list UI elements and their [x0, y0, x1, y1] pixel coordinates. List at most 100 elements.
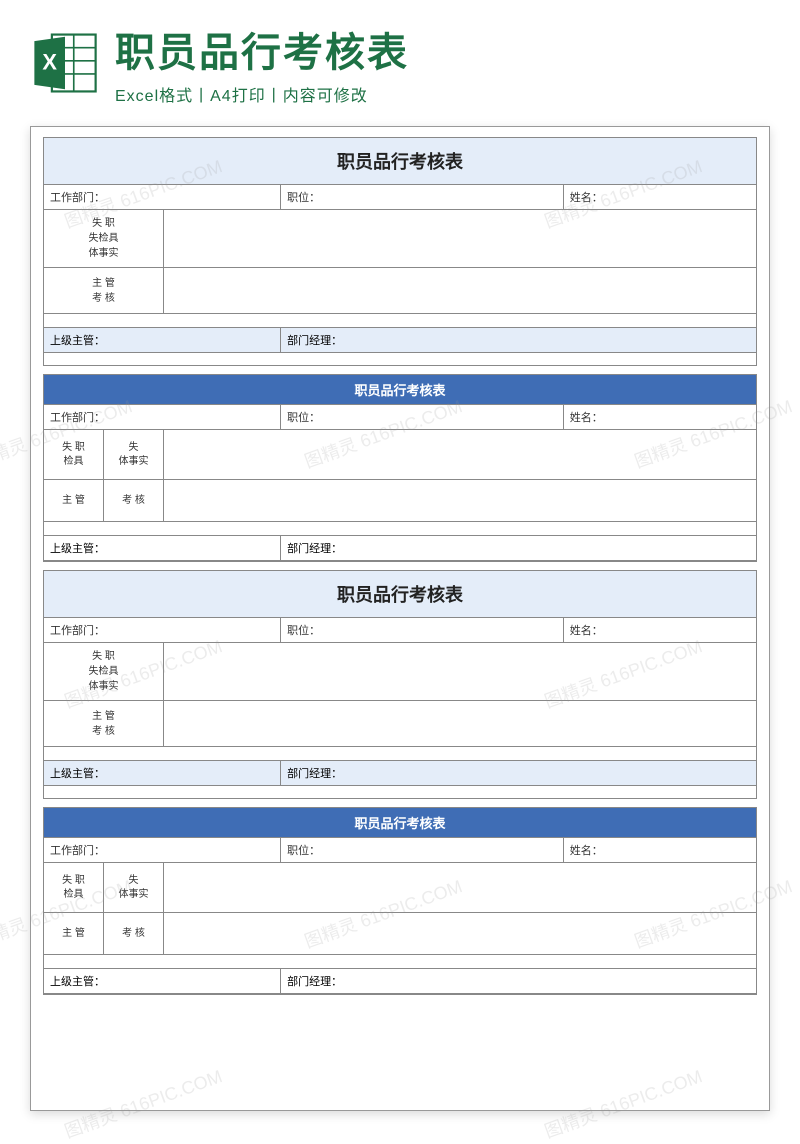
signature-row: 上级主管： 部门经理：	[43, 535, 757, 560]
txt: 失	[129, 874, 139, 888]
txt: 失 职	[62, 874, 85, 888]
mgr-sub-b: 考 核	[104, 480, 163, 521]
dept-label: 工作部门：	[44, 618, 281, 642]
fault-content	[164, 430, 756, 479]
name-label: 姓名：	[564, 618, 756, 642]
spacer	[43, 352, 757, 366]
end	[43, 560, 757, 562]
mgr-label: 主 管 考 核	[44, 701, 164, 746]
form-title-dark: 职员品行考核表	[43, 374, 757, 404]
form-block-3: 职员品行考核表 工作部门： 职位： 姓名： 失 职 失检具 体事实 主 管 考 …	[43, 570, 757, 799]
fault-text-2: 失检具	[89, 231, 119, 246]
spacer	[43, 785, 757, 799]
mgr-content	[164, 701, 756, 746]
mgr-content	[164, 913, 756, 954]
mgr-label-split: 主 管 考 核	[44, 913, 164, 954]
dept-label: 工作部门：	[44, 838, 281, 862]
fault-sub-b: 失 体事实	[104, 863, 163, 912]
mgr-text-2: 考 核	[92, 291, 115, 306]
excel-icon: X	[30, 28, 100, 98]
mgr-label-split: 主 管 考 核	[44, 480, 164, 521]
dept-mgr-label: 部门经理：	[281, 761, 756, 785]
fault-row: 失 职 检具 失 体事实	[43, 429, 757, 479]
header-subtitle: Excel格式丨A4打印丨内容可修改	[115, 82, 780, 106]
mgr-label: 主 管 考 核	[44, 268, 164, 313]
mgr-sub-b: 考 核	[104, 913, 163, 954]
mgr-content	[164, 480, 756, 521]
info-row: 工作部门： 职位： 姓名：	[43, 404, 757, 429]
fault-sub-a: 失 职 检具	[44, 863, 104, 912]
fault-text-2: 失检具	[89, 664, 119, 679]
info-row: 工作部门： 职位： 姓名：	[43, 837, 757, 862]
mgr-sub-a: 主 管	[44, 480, 104, 521]
fault-label-split: 失 职 检具 失 体事实	[44, 863, 164, 912]
fault-row: 失 职 失检具 体事实	[43, 642, 757, 700]
position-label: 职位：	[281, 618, 564, 642]
page-header: X 职员品行考核表 Excel格式丨A4打印丨内容可修改	[0, 0, 800, 116]
mgr-content	[164, 268, 756, 313]
mgr-text-1: 主 管	[92, 709, 115, 724]
form-block-4: 职员品行考核表 工作部门： 职位： 姓名： 失 职 检具 失 体事实 主 管	[43, 807, 757, 995]
form-block-2: 职员品行考核表 工作部门： 职位： 姓名： 失 职 检具 失 体事实 主 管	[43, 374, 757, 562]
fault-content	[164, 210, 756, 267]
fault-content	[164, 643, 756, 700]
txt: 失	[129, 441, 139, 455]
fault-sub-a: 失 职 检具	[44, 430, 104, 479]
txt: 检具	[64, 455, 84, 469]
header-text: 职员品行考核表 Excel格式丨A4打印丨内容可修改	[115, 20, 780, 106]
fault-sub-b: 失 体事实	[104, 430, 163, 479]
dept-label: 工作部门：	[44, 405, 281, 429]
form-title: 职员品行考核表	[43, 570, 757, 617]
mgr-text-1: 主 管	[92, 276, 115, 291]
fault-text-1: 失 职	[92, 649, 115, 664]
fault-row: 失 职 检具 失 体事实	[43, 862, 757, 912]
dept-mgr-label: 部门经理：	[281, 328, 756, 352]
supervisor-label: 上级主管：	[44, 328, 281, 352]
txt: 体事实	[119, 455, 149, 469]
supervisor-label: 上级主管：	[44, 536, 281, 560]
mgr-row: 主 管 考 核	[43, 267, 757, 313]
end	[43, 993, 757, 995]
fault-text-1: 失 职	[92, 216, 115, 231]
txt: 检具	[64, 888, 84, 902]
sheet-preview: 职员品行考核表 工作部门： 职位： 姓名： 失 职 失检具 体事实 主 管 考 …	[30, 126, 770, 1111]
fault-label-split: 失 职 检具 失 体事实	[44, 430, 164, 479]
dept-mgr-label: 部门经理：	[281, 969, 756, 993]
form-block-1: 职员品行考核表 工作部门： 职位： 姓名： 失 职 失检具 体事实 主 管 考 …	[43, 137, 757, 366]
supervisor-label: 上级主管：	[44, 761, 281, 785]
info-row: 工作部门： 职位： 姓名：	[43, 617, 757, 642]
position-label: 职位：	[281, 838, 564, 862]
dept-mgr-label: 部门经理：	[281, 536, 756, 560]
spacer	[43, 746, 757, 760]
dept-label: 工作部门：	[44, 185, 281, 209]
svg-text:X: X	[42, 50, 57, 75]
spacer	[43, 313, 757, 327]
form-title-dark: 职员品行考核表	[43, 807, 757, 837]
signature-row: 上级主管： 部门经理：	[43, 327, 757, 352]
signature-row: 上级主管： 部门经理：	[43, 968, 757, 993]
txt: 体事实	[119, 888, 149, 902]
txt: 失 职	[62, 441, 85, 455]
header-title: 职员品行考核表	[115, 20, 780, 78]
mgr-row: 主 管 考 核	[43, 700, 757, 746]
name-label: 姓名：	[564, 838, 756, 862]
position-label: 职位：	[281, 185, 564, 209]
form-title: 职员品行考核表	[43, 137, 757, 184]
name-label: 姓名：	[564, 405, 756, 429]
supervisor-label: 上级主管：	[44, 969, 281, 993]
fault-text-3: 体事实	[89, 246, 119, 261]
info-row: 工作部门： 职位： 姓名：	[43, 184, 757, 209]
mgr-row: 主 管 考 核	[43, 479, 757, 521]
fault-label: 失 职 失检具 体事实	[44, 210, 164, 267]
fault-row: 失 职 失检具 体事实	[43, 209, 757, 267]
fault-content	[164, 863, 756, 912]
fault-label: 失 职 失检具 体事实	[44, 643, 164, 700]
mgr-sub-a: 主 管	[44, 913, 104, 954]
spacer	[43, 521, 757, 535]
position-label: 职位：	[281, 405, 564, 429]
mgr-text-2: 考 核	[92, 724, 115, 739]
name-label: 姓名：	[564, 185, 756, 209]
mgr-row: 主 管 考 核	[43, 912, 757, 954]
spacer	[43, 954, 757, 968]
signature-row: 上级主管： 部门经理：	[43, 760, 757, 785]
